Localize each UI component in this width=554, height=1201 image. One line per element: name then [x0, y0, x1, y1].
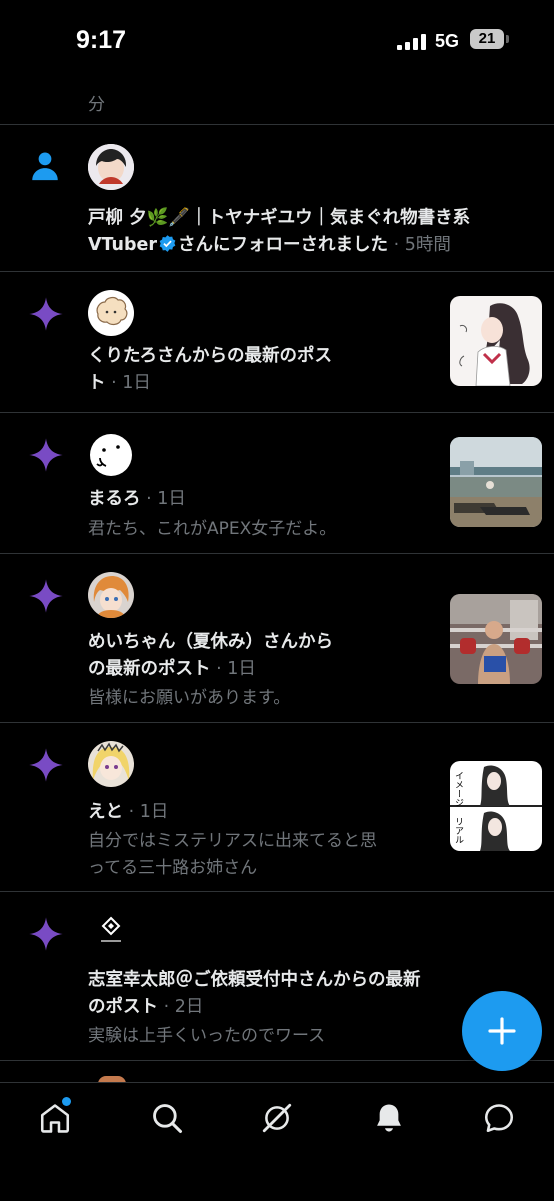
post-title-line2: のポスト: [88, 997, 158, 1017]
meta-separator: ·: [158, 997, 175, 1017]
avatar-image: [88, 910, 134, 956]
plus-icon: [488, 1017, 516, 1045]
thumbnail-image: イメージ リアル: [450, 761, 542, 851]
post-text: くりたろさんからの最新のポス ト · 1日: [88, 343, 332, 397]
notification-time: 1日: [139, 802, 169, 822]
avatar[interactable]: [88, 144, 134, 190]
person-icon: [32, 152, 58, 181]
follow-action-text: さんにフォローされました: [178, 235, 389, 255]
home-notification-dot: [62, 1097, 71, 1106]
battery-tip: [506, 35, 509, 43]
notification-time: 1日: [122, 373, 151, 393]
avatar[interactable]: [88, 290, 134, 336]
follow-text: 戸柳 夕🌿🖋️｜トヤナギユウ｜気まぐれ物書き系 VTuber さんにフォローされま…: [88, 205, 470, 259]
thumbnail-image: [450, 437, 542, 527]
avatar[interactable]: [88, 572, 134, 618]
messages-icon[interactable]: [482, 1101, 516, 1135]
notification-follow[interactable]: 戸柳 夕🌿🖋️｜トヤナギユウ｜気まぐれ物書き系 VTuber さんにフォローされま…: [0, 125, 554, 272]
thumbnail-image: [450, 594, 542, 684]
avatar[interactable]: [88, 910, 134, 956]
avatar-image: [88, 290, 134, 336]
meta-separator: ·: [140, 489, 158, 509]
sparkle-icon: [29, 579, 63, 613]
post-title-line1: くりたろさんからの最新のポス: [88, 346, 332, 366]
status-bar: 9:17 5G 21: [0, 0, 554, 84]
post-preview: 皆様にお願いがあります。: [88, 688, 291, 708]
home-icon[interactable]: [38, 1101, 72, 1135]
thumbnail-image: [450, 296, 542, 386]
meta-separator: ·: [388, 235, 405, 255]
avatar-image: [88, 144, 134, 190]
sparkle-icon: [29, 438, 63, 472]
meta-separator: ·: [210, 659, 228, 679]
post-preview-line2: ってる三十路お姉さん: [88, 858, 258, 878]
bottom-tab-bar: [0, 1082, 554, 1201]
sparkle-icon: [29, 917, 63, 951]
battery-level: 21: [478, 30, 496, 47]
follow-name-line1[interactable]: 戸柳 夕🌿🖋️｜トヤナギユウ｜気まぐれ物書き系: [88, 208, 470, 228]
notification-post[interactable]: えと · 1日 自分ではミステリアスに出来てると思 ってる三十路お姉さん イメー…: [0, 723, 554, 892]
thumbnail-word: リアル: [453, 817, 464, 844]
thumbnail-word: イメージ: [453, 771, 464, 807]
post-text: えと · 1日: [88, 799, 168, 826]
post-text: まるろ · 1日: [88, 486, 186, 513]
battery-icon: 21: [470, 29, 504, 49]
post-thumbnail[interactable]: [450, 437, 542, 527]
status-time: 9:17: [76, 26, 127, 54]
follow-name-line2[interactable]: VTuber: [88, 235, 157, 255]
notification-post[interactable]: めいちゃん（夏休み）さんから の最新のポスト · 1日 皆様にお願いがあります。: [0, 554, 554, 723]
avatar-image: [88, 572, 134, 618]
post-text: めいちゃん（夏休み）さんから の最新のポスト · 1日: [88, 629, 333, 683]
post-thumbnail[interactable]: [450, 594, 542, 684]
bell-icon[interactable]: [372, 1101, 406, 1135]
grok-icon[interactable]: [260, 1101, 294, 1135]
avatar[interactable]: [88, 741, 134, 787]
avatar-image: [88, 431, 134, 477]
search-icon[interactable]: [150, 1101, 184, 1135]
post-preview-line1: 自分ではミステリアスに出来てると思: [88, 831, 377, 851]
notification-post[interactable]: まるろ · 1日 君たち、これがAPEX女子だよ。: [0, 413, 554, 554]
sparkle-icon: [29, 748, 63, 782]
network-type: 5G: [435, 31, 460, 51]
post-author: えと: [88, 802, 123, 822]
post-thumbnail[interactable]: イメージ リアル: [450, 761, 542, 851]
post-thumbnail[interactable]: [450, 296, 542, 386]
post-title-line2: ト: [88, 373, 106, 393]
partial-notification[interactable]: 分: [0, 84, 554, 125]
partial-time-text: 分: [88, 95, 105, 115]
notification-time: 1日: [227, 659, 256, 679]
signal-icon: [397, 34, 427, 50]
post-text: 志室幸太郎＠ご依頼受付中さんからの最新 のポスト · 2日: [88, 967, 421, 1021]
post-author: まるろ: [88, 489, 141, 509]
post-preview: 実験は上手くいったのでワース: [88, 1026, 326, 1046]
sparkle-icon: [29, 297, 63, 331]
avatar-image: [88, 741, 134, 787]
notification-post[interactable]: くりたろさんからの最新のポス ト · 1日: [0, 272, 554, 413]
meta-separator: ·: [105, 373, 123, 393]
meta-separator: ·: [123, 802, 140, 822]
notification-time: 5時間: [404, 235, 451, 255]
compose-button[interactable]: [462, 991, 542, 1071]
post-title-line2: の最新のポスト: [88, 659, 211, 679]
post-title-line1: 志室幸太郎＠ご依頼受付中さんからの最新: [88, 970, 421, 990]
avatar[interactable]: [88, 431, 134, 477]
verified-badge-icon: [159, 235, 176, 252]
post-preview: 君たち、これがAPEX女子だよ。: [88, 519, 337, 539]
notification-time: 2日: [174, 997, 204, 1017]
post-title-line1: めいちゃん（夏休み）さんから: [88, 632, 333, 652]
notification-time: 1日: [157, 489, 186, 509]
